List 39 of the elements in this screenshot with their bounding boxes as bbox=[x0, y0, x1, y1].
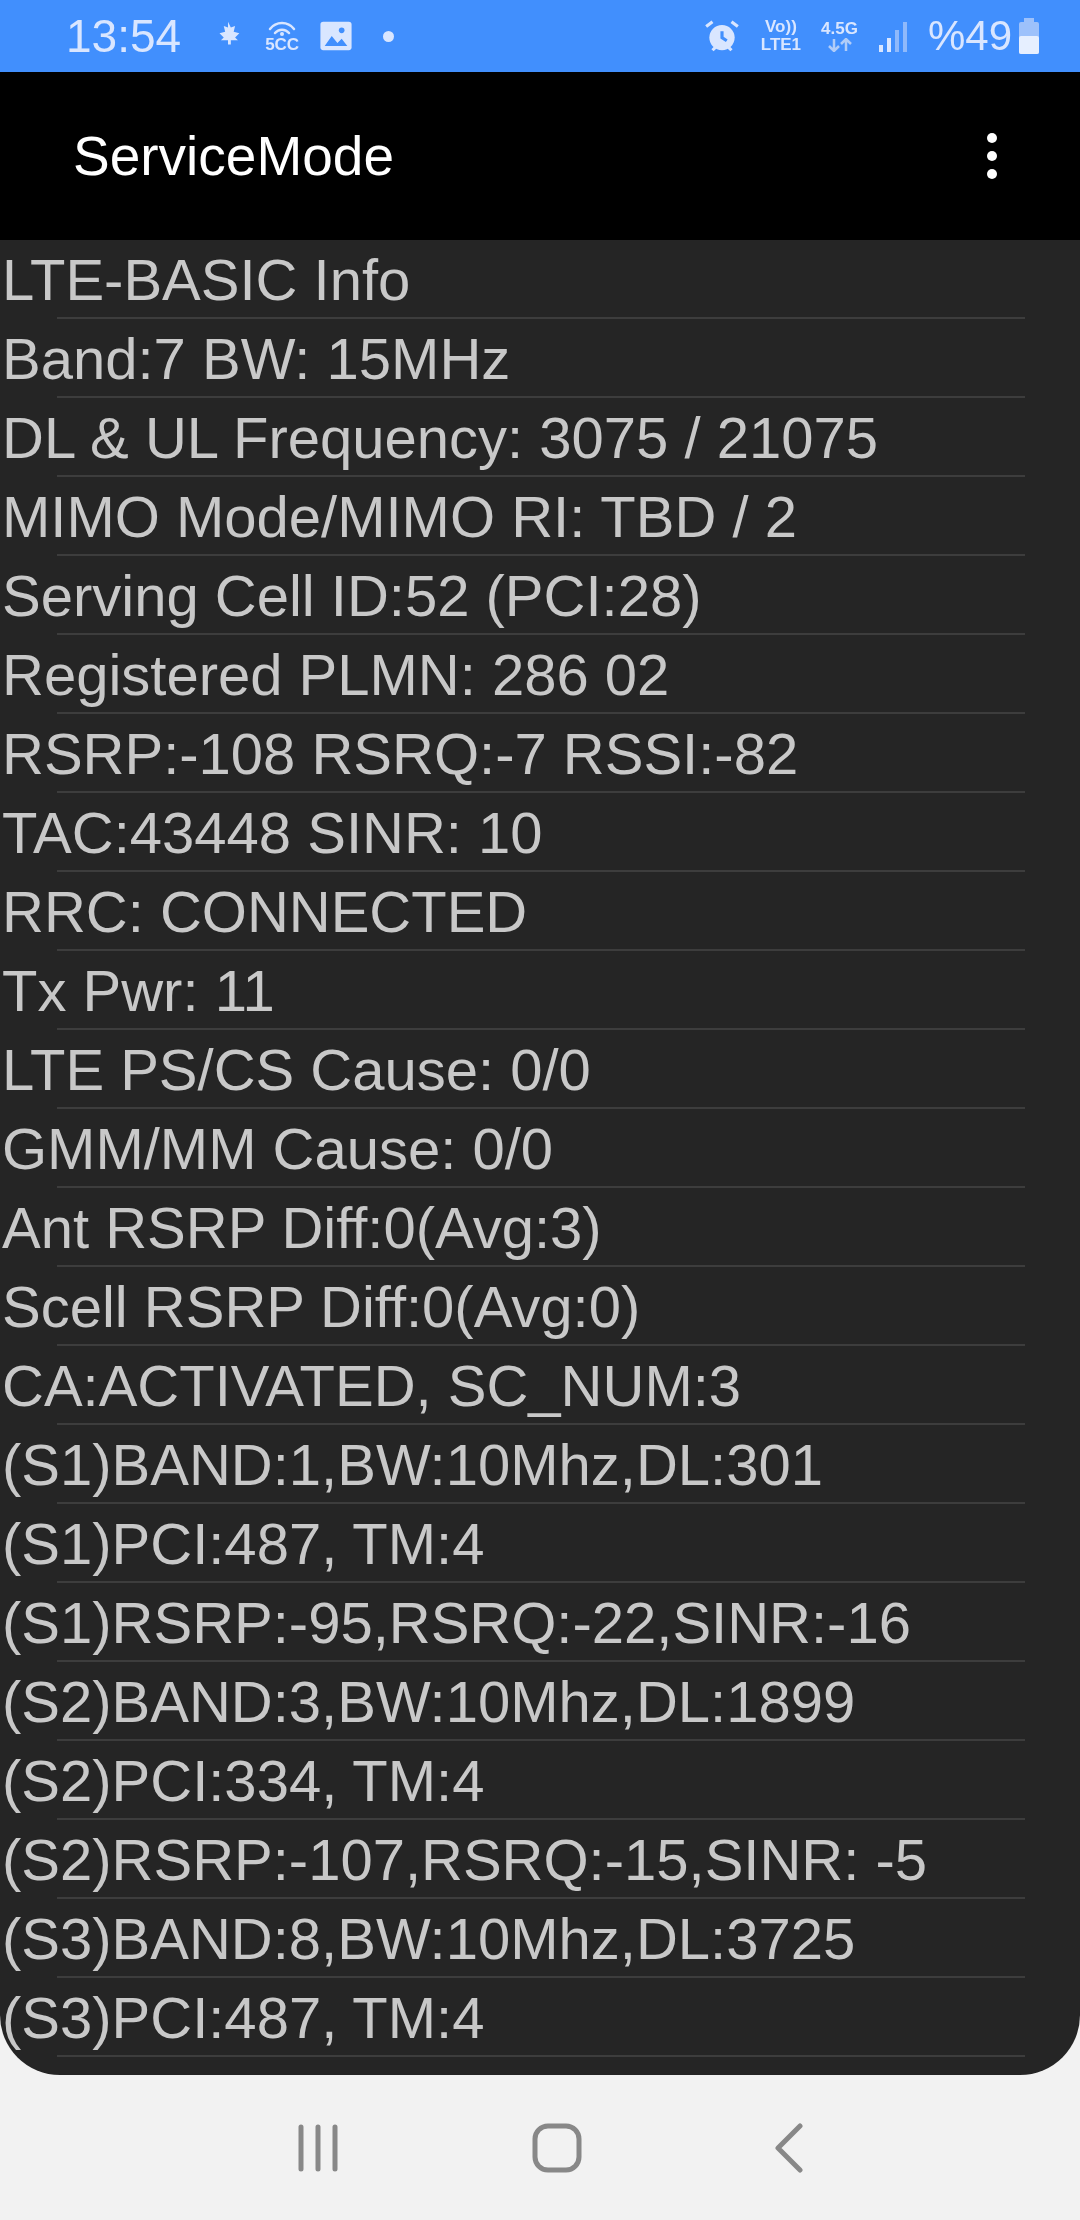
info-line: MIMO Mode/MIMO RI: TBD / 2 bbox=[1, 483, 797, 550]
recent-apps-icon[interactable] bbox=[296, 2123, 340, 2172]
notification-dot bbox=[383, 30, 395, 42]
info-line: DL & UL Frequency: 3075 / 21075 bbox=[1, 404, 878, 471]
back-icon[interactable] bbox=[774, 2122, 804, 2173]
hotspot-label: 5CC bbox=[265, 36, 300, 54]
app-title: ServiceMode bbox=[73, 124, 394, 188]
more-options-icon[interactable] bbox=[986, 132, 998, 180]
info-line: Serving Cell ID:52 (PCI:28) bbox=[1, 562, 702, 629]
signal-icon bbox=[877, 19, 908, 53]
info-line: Registered PLMN: 286 02 bbox=[1, 641, 670, 708]
info-line: Band:7 BW: 15MHz bbox=[1, 325, 511, 392]
info-line: RRC: CONNECTED bbox=[1, 878, 528, 945]
info-line: (S2)PCI:334, TM:4 bbox=[1, 1747, 485, 1814]
network-type: 4.5G bbox=[821, 20, 858, 38]
lte-label: LTE1 bbox=[760, 36, 802, 54]
info-line: (S1)RSRP:-95,RSRQ:-22,SINR:-16 bbox=[1, 1589, 911, 1656]
info-line: Tx Pwr: 11 bbox=[1, 957, 275, 1024]
info-line: (S1)PCI:487, TM:4 bbox=[1, 1510, 485, 1577]
image-icon bbox=[319, 20, 354, 52]
data-arrows-icon bbox=[825, 37, 854, 52]
info-line: (S3)PCI:487, TM:4 bbox=[1, 1984, 485, 2051]
info-line: Scell RSRP Diff:0(Avg:0) bbox=[1, 1273, 641, 1340]
battery-icon bbox=[1018, 18, 1040, 54]
home-icon[interactable] bbox=[532, 2122, 582, 2173]
info-line: LTE PS/CS Cause: 0/0 bbox=[1, 1036, 591, 1103]
status-time: 13:54 bbox=[66, 9, 182, 63]
info-line: (S1)BAND:1,BW:10Mhz,DL:301 bbox=[1, 1431, 823, 1498]
info-line: (S3)BAND:8,BW:10Mhz,DL:3725 bbox=[1, 1905, 856, 1972]
info-line: LTE-BASIC Info bbox=[1, 246, 411, 313]
info-line: (S2)BAND:3,BW:10Mhz,DL:1899 bbox=[1, 1668, 856, 1735]
info-line: GMM/MM Cause: 0/0 bbox=[1, 1115, 554, 1182]
battery-level: %49 bbox=[927, 12, 1012, 60]
info-line: TAC:43448 SINR: 10 bbox=[1, 799, 543, 866]
info-line: CA:ACTIVATED, SC_NUM:3 bbox=[1, 1352, 742, 1419]
info-line: Ant RSRP Diff:0(Avg:3) bbox=[1, 1194, 602, 1261]
volte-label: Vo)) bbox=[765, 18, 797, 36]
info-line: (S2)RSRP:-107,RSRQ:-15,SINR: -5 bbox=[1, 1826, 928, 1893]
info-line: RSRP:-108 RSRQ:-7 RSSI:-82 bbox=[1, 720, 799, 787]
